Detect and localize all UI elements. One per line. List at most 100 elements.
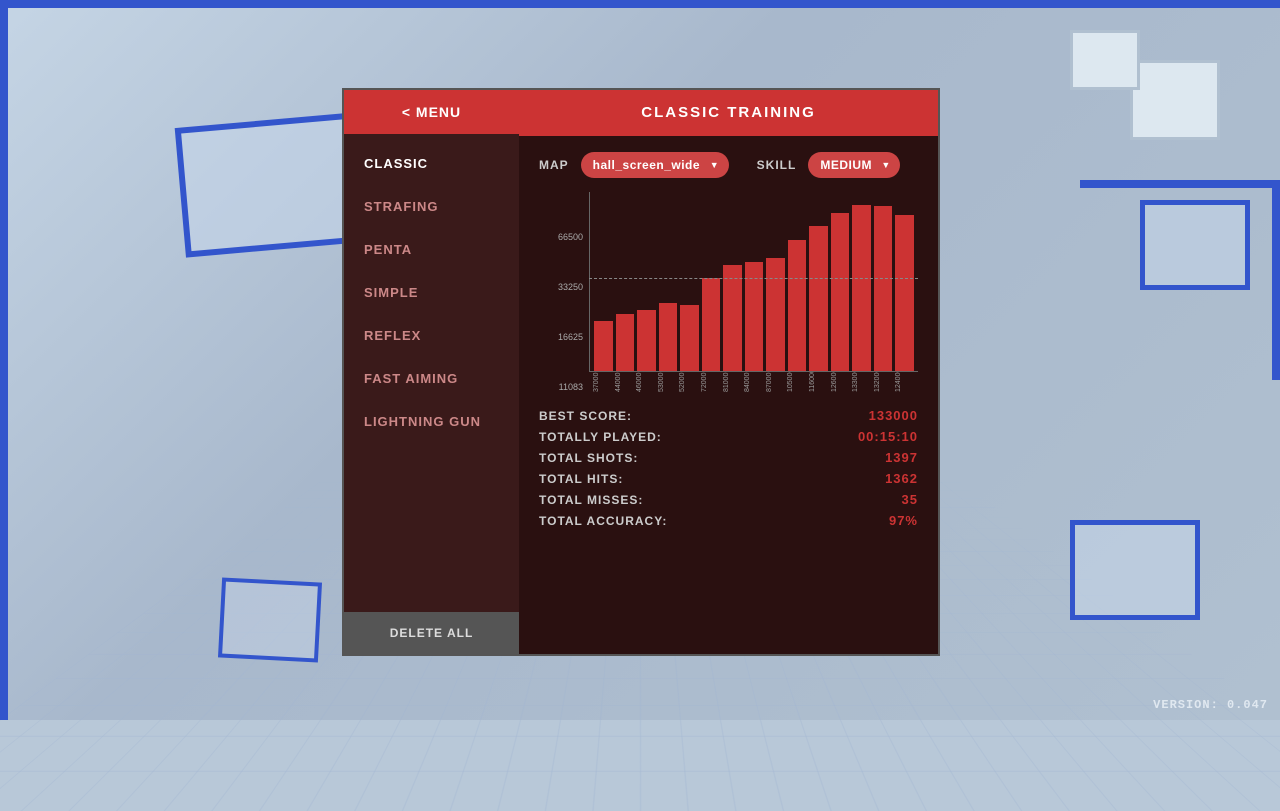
chart-bar: [852, 205, 871, 371]
chart-bar: [766, 258, 785, 371]
sidebar-item-reflex[interactable]: REFLEX: [344, 314, 519, 357]
bg-shape-1: [175, 112, 366, 257]
chart-bar-col: [852, 192, 871, 371]
sidebar-item-lightning-gun[interactable]: LIGHTNING GUN: [344, 400, 519, 443]
chart-bar-col: [659, 192, 678, 371]
stat-label: TOTAL MISSES:: [539, 493, 643, 507]
version-label: VERSION: 0.047: [1153, 698, 1268, 712]
chart-bar-col: [809, 192, 828, 371]
chart-x-label: 116000: [809, 372, 828, 392]
stat-row: TOTALLY PLAYED: 00:15:10: [539, 429, 918, 444]
chart-x-label: 46000: [636, 372, 655, 392]
chart-bar-col: [895, 192, 914, 371]
stat-value: 35: [902, 492, 918, 507]
chart-bar: [723, 265, 742, 371]
chart-ref-line: [589, 278, 918, 279]
content-title: CLASSIC TRAINING: [641, 104, 816, 121]
chart-bar-col: [594, 192, 613, 371]
chart-bar: [680, 305, 699, 371]
stat-value: 1362: [885, 471, 918, 486]
chart-bar: [702, 278, 721, 371]
chart-x-label: 52000: [679, 372, 698, 392]
stats-table: BEST SCORE:133000TOTALLY PLAYED:00:15:10…: [539, 408, 918, 528]
chart-x-label: 132000: [874, 372, 893, 392]
stat-label: TOTAL HITS:: [539, 472, 623, 486]
chart-bar: [616, 314, 635, 371]
chart-x-labels: 3700044000460005300052000720008100084000…: [589, 372, 918, 392]
chart-x-label: 133000: [852, 372, 871, 392]
stat-row: TOTAL SHOTS: 1397: [539, 450, 918, 465]
chart-bar-col: [745, 192, 764, 371]
chart-bar: [594, 321, 613, 371]
sidebar-item-strafing[interactable]: STRAFING: [344, 185, 519, 228]
sidebar-item-fast-aiming[interactable]: FAST AIMING: [344, 357, 519, 400]
chart-bar: [659, 303, 678, 371]
sidebar-item-classic[interactable]: CLASSIC: [344, 142, 519, 185]
chart-bar: [637, 310, 656, 371]
blue-bar-top: [0, 0, 1280, 8]
chart-y-labels: 66500 33250 16625 11083: [539, 192, 589, 392]
chart-bar-col: [874, 192, 893, 371]
sidebar: < MENU CLASSIC STRAFING PENTA SIMPLE REF…: [344, 90, 519, 654]
map-label: MAP: [539, 158, 569, 172]
stat-label: TOTAL ACCURACY:: [539, 514, 667, 528]
chart-bar-col: [637, 192, 656, 371]
content-header: CLASSIC TRAINING: [519, 90, 938, 136]
chart-x-label: 72000: [701, 372, 720, 392]
chart-x-label: 105000: [787, 372, 806, 392]
chart-bar: [895, 215, 914, 371]
chart-x-label: 53000: [658, 372, 677, 392]
stat-value: 133000: [869, 408, 918, 423]
chart-x-label: 87000: [766, 372, 785, 392]
chart-container: 66500 33250 16625 11083 3700044000460005…: [539, 192, 918, 392]
chart-x-label: 124000: [895, 372, 914, 392]
chart-bar-col: [788, 192, 807, 371]
skill-dropdown[interactable]: EASY MEDIUM HARD EXPERT: [808, 152, 900, 178]
chart-x-label: 126000: [831, 372, 850, 392]
stat-row: TOTAL ACCURACY: 97%: [539, 513, 918, 528]
chart-bar-col: [702, 192, 721, 371]
chart-bar-col: [766, 192, 785, 371]
skill-label: SKILL: [757, 158, 797, 172]
stat-row: TOTAL MISSES: 35: [539, 492, 918, 507]
stat-row: TOTAL HITS: 1362: [539, 471, 918, 486]
map-dropdown[interactable]: hall_screen_wide dm_facility arena_small: [581, 152, 729, 178]
chart-x-label: 44000: [615, 372, 634, 392]
chart-bar-col: [723, 192, 742, 371]
stat-value: 1397: [885, 450, 918, 465]
bg-shape-3: [1070, 30, 1140, 90]
content-body: MAP hall_screen_wide dm_facility arena_s…: [519, 136, 938, 654]
map-skill-row: MAP hall_screen_wide dm_facility arena_s…: [539, 152, 918, 178]
stat-label: TOTAL SHOTS:: [539, 451, 638, 465]
chart-bar: [809, 226, 828, 371]
bg-shape-5: [1070, 520, 1200, 620]
chart-x-label: 81000: [723, 372, 742, 392]
chart-y-mid3: 16625: [558, 332, 583, 342]
bg-shape-4: [1140, 200, 1250, 290]
content-area: CLASSIC TRAINING MAP hall_screen_wide dm…: [519, 90, 938, 654]
sidebar-item-penta[interactable]: PENTA: [344, 228, 519, 271]
map-dropdown-wrapper: hall_screen_wide dm_facility arena_small: [581, 152, 729, 178]
main-panel: < MENU CLASSIC STRAFING PENTA SIMPLE REF…: [342, 88, 940, 656]
chart-x-label: 84000: [744, 372, 763, 392]
chart-bar-col: [616, 192, 635, 371]
stat-label: TOTALLY PLAYED:: [539, 430, 662, 444]
bg-shape-2: [1130, 60, 1220, 140]
chart-bar-col: [680, 192, 699, 371]
chart-y-bot: 11083: [559, 382, 583, 392]
nav-items: CLASSIC STRAFING PENTA SIMPLE REFLEX FAS…: [344, 134, 519, 612]
stat-value: 00:15:10: [858, 429, 918, 444]
blue-bar-horiz: [1080, 180, 1280, 188]
chart-bar: [788, 240, 807, 371]
sidebar-item-simple[interactable]: SIMPLE: [344, 271, 519, 314]
chart-y-mid2: 33250: [558, 282, 583, 292]
skill-dropdown-wrapper: EASY MEDIUM HARD EXPERT: [808, 152, 900, 178]
stat-value: 97%: [889, 513, 918, 528]
menu-button[interactable]: < MENU: [344, 90, 519, 134]
chart-y-mid1: 66500: [558, 232, 583, 242]
chart-bar: [874, 206, 893, 371]
blue-bar-left: [0, 0, 8, 720]
chart-bar: [831, 213, 850, 371]
delete-all-button[interactable]: DELETE ALL: [344, 612, 519, 654]
bg-shape-6: [218, 577, 322, 662]
